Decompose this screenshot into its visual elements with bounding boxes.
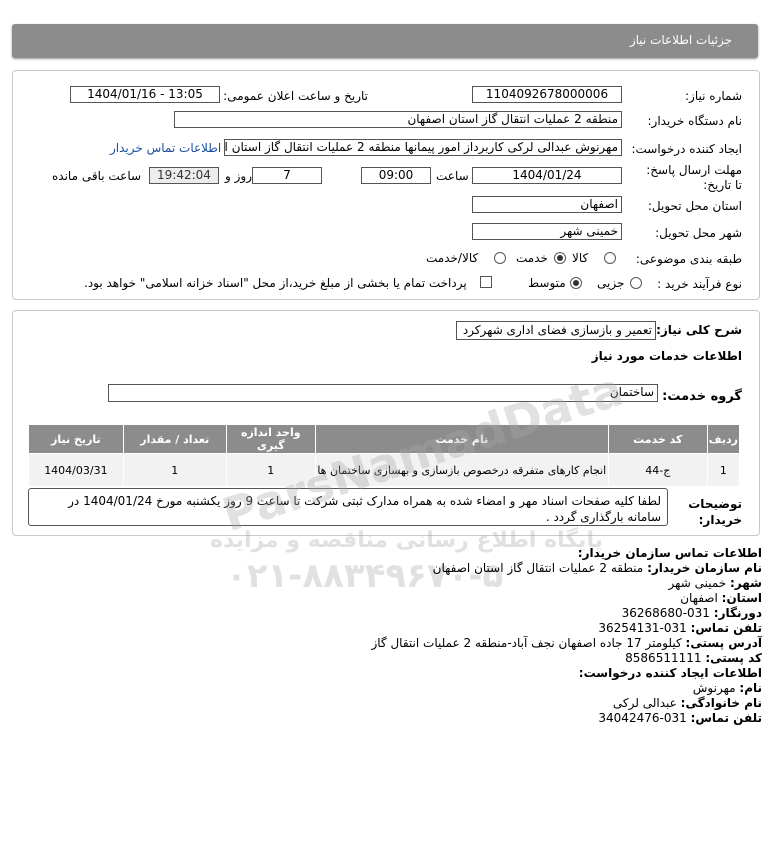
services-heading: اطلاعات خدمات مورد نیاز	[591, 349, 742, 363]
creator-name-label: نام:	[739, 681, 762, 695]
process-minor-radio[interactable]	[630, 277, 642, 289]
creator-phone: تلفن تماس: 031-34042476	[598, 711, 762, 725]
province-label: استان محل تحویل:	[647, 199, 742, 213]
process-minor-label: جزیی	[597, 276, 625, 290]
remaining-label: ساعت باقی مانده	[52, 169, 142, 183]
watermark-tagline: پایگاه اطلاع رسانی مناقصه و مزایده	[210, 528, 603, 553]
category-service-radio[interactable]	[554, 252, 566, 264]
cell-date: 1404/03/31	[28, 453, 124, 487]
summary-title-label: شرح کلی نیاز:	[656, 323, 742, 337]
treasury-payment-text: پرداخت تمام یا بخشی از مبلغ خرید،از محل …	[84, 276, 467, 290]
summary-title-field[interactable]: تعمیر و بازسازی فضای اداری شهرکرد	[456, 321, 656, 340]
need-number-label: شماره نیاز:	[685, 89, 742, 103]
buyer-org-field[interactable]: منطقه 2 عملیات انتقال گاز استان اصفهان	[174, 111, 622, 128]
deadline-label: مهلت ارسال پاسخ: تا تاریخ:	[642, 163, 742, 193]
creator-family: نام خانوادگی: عبدالی لرکی	[613, 696, 762, 710]
creator-name-value: مهرنوش	[692, 681, 736, 695]
contact-postal-value: 8586511111	[625, 651, 702, 665]
announce-label: تاریخ و ساعت اعلان عمومی:	[223, 89, 368, 103]
contact-address: آدرس پستی: کیلومتر 17 جاده اصفهان نجف آب…	[371, 636, 762, 650]
cell-qty: 1	[122, 453, 227, 487]
process-medium-label: متوسط	[528, 276, 566, 290]
contact-address-label: آدرس پستی:	[685, 636, 762, 650]
deadline-time-label: ساعت	[436, 169, 469, 183]
process-label: نوع فرآیند خرید :	[657, 277, 742, 291]
contact-city-label: شهر:	[730, 576, 762, 590]
contact-postal: کد پستی: 8586511111	[625, 651, 762, 665]
contact-org: نام سازمان خریدار: منطقه 2 عملیات انتقال…	[433, 561, 762, 575]
category-goods-label: کالا	[572, 251, 589, 265]
province-field[interactable]: اصفهان	[472, 196, 622, 213]
page-header: جزئیات اطلاعات نیاز	[12, 24, 758, 58]
treasury-payment-checkbox[interactable]	[480, 276, 492, 288]
days-label: روز و	[225, 169, 252, 183]
category-goods-service-radio[interactable]	[494, 252, 506, 264]
creator-label: ایجاد کننده درخواست:	[631, 142, 742, 156]
creator-info-heading-text: اطلاعات ایجاد کننده درخواست:	[578, 666, 762, 680]
contact-address-value: کیلومتر 17 جاده اصفهان نجف آباد-منطقه 2 …	[371, 636, 682, 650]
page-title: جزئیات اطلاعات نیاز	[629, 33, 732, 47]
contact-fax-label: دورنگار:	[713, 606, 762, 620]
contact-heading-text: اطلاعات تماس سازمان خریدار:	[577, 546, 762, 560]
remaining-time-field: 19:42:04	[149, 167, 219, 184]
creator-family-value: عبدالی لرکی	[612, 696, 677, 710]
buyer-contact-link[interactable]: اطلاعات تماس خریدار	[110, 141, 221, 155]
announce-field[interactable]: 1404/01/16 - 13:05	[70, 86, 220, 103]
days-count-field[interactable]: 7	[252, 167, 322, 184]
contact-province-label: استان:	[721, 591, 762, 605]
category-goods-radio[interactable]	[604, 252, 616, 264]
category-service-label: خدمت	[516, 251, 548, 265]
contact-province-value: اصفهان	[680, 591, 718, 605]
col-code-header: کد خدمت	[607, 424, 708, 454]
city-label: شهر محل تحویل:	[655, 226, 742, 240]
col-unit-header: واحد اندازه گیری	[225, 424, 316, 454]
col-row-header: ردیف	[706, 424, 741, 454]
contact-heading: اطلاعات تماس سازمان خریدار:	[578, 546, 762, 560]
contact-phone-value: 031-36254131	[598, 621, 687, 635]
category-goods-service-label: کالا/خدمت	[426, 251, 479, 265]
contact-city-value: خمینی شهر	[668, 576, 727, 590]
contact-fax-value: 031-36268680	[621, 606, 710, 620]
contact-postal-label: کد پستی:	[705, 651, 762, 665]
col-date-header: تاریخ نیاز	[28, 424, 124, 454]
buyer-notes-label: توضیحات خریدار:	[672, 496, 742, 528]
city-field[interactable]: خمینی شهر	[472, 223, 622, 240]
creator-phone-label: تلفن تماس:	[690, 711, 762, 725]
creator-family-label: نام خانوادگی:	[680, 696, 762, 710]
cell-row: 1	[706, 453, 741, 487]
col-qty-header: تعداد / مقدار	[122, 424, 227, 454]
contact-phone: تلفن تماس: 031-36254131	[598, 621, 762, 635]
deadline-date-field[interactable]: 1404/01/24	[472, 167, 622, 184]
cell-code: ج-44	[607, 453, 708, 487]
process-medium-radio[interactable]	[570, 277, 582, 289]
contact-city: شهر: خمینی شهر	[669, 576, 762, 590]
contact-province: استان: اصفهان	[680, 591, 762, 605]
buyer-notes-label-text: توضیحات خریدار:	[688, 497, 742, 527]
creator-info-heading: اطلاعات ایجاد کننده درخواست:	[579, 666, 762, 680]
deadline-label-text: مهلت ارسال پاسخ: تا تاریخ:	[646, 163, 742, 192]
category-label: طبقه بندی موضوعی:	[635, 252, 742, 266]
creator-field[interactable]: مهرنوش عبدالی لرکی کاربرداز امور پیمانها…	[224, 139, 622, 156]
need-number-field[interactable]: 1104092678000006	[472, 86, 622, 103]
contact-phone-label: تلفن تماس:	[690, 621, 762, 635]
deadline-time-field[interactable]: 09:00	[361, 167, 431, 184]
buyer-org-label: نام دستگاه خریدار:	[647, 114, 743, 128]
creator-phone-value: 031-34042476	[598, 711, 687, 725]
contact-org-label: نام سازمان خریدار:	[647, 561, 762, 575]
contact-org-value: منطقه 2 عملیات انتقال گاز استان اصفهان	[432, 561, 644, 575]
creator-name: نام: مهرنوش	[693, 681, 762, 695]
contact-fax: دورنگار: 031-36268680	[622, 606, 762, 620]
service-group-label: گروه خدمت:	[662, 389, 742, 404]
